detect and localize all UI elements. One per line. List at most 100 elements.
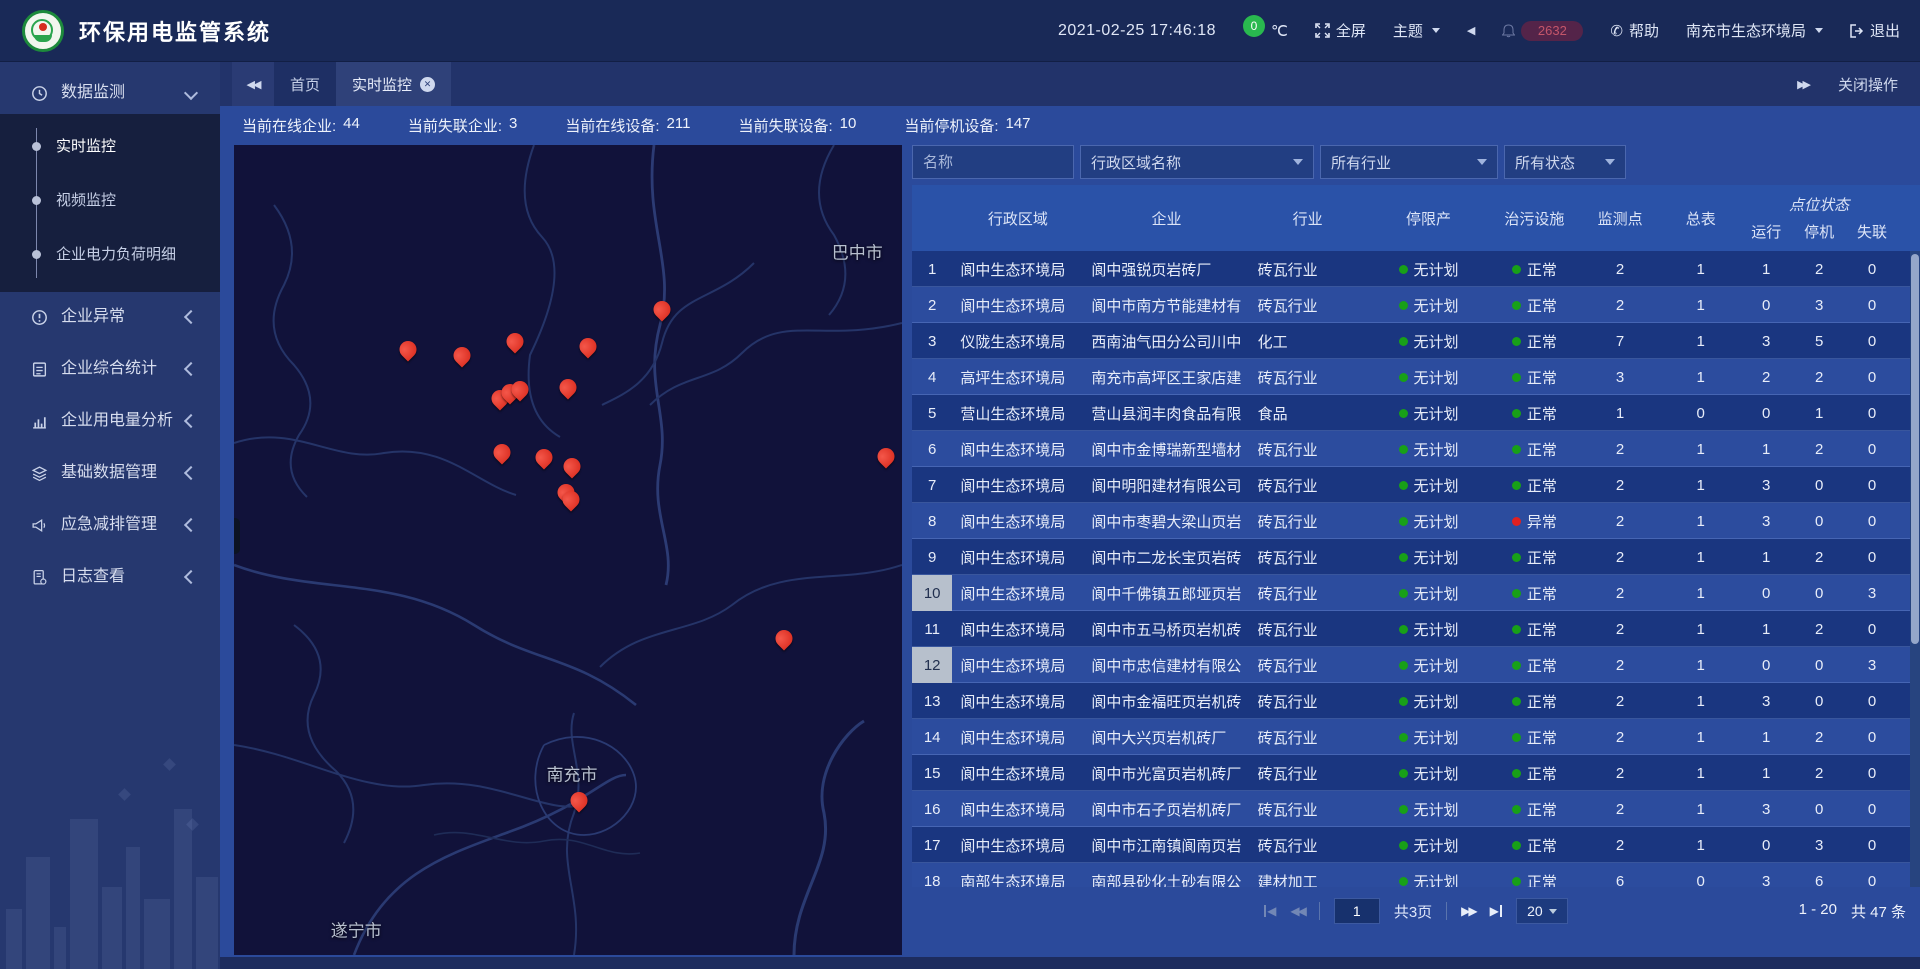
cell-company: 南部县砂化土砂有限公 (1083, 863, 1249, 887)
table-row[interactable]: 6 阆中生态环境局 阆中市金博瑞新型墙材 砖瓦行业 无计划 正常 (912, 431, 1920, 467)
status-dot-icon (1512, 301, 1521, 310)
datetime-label: 2021-02-25 17:46:18 (1058, 22, 1216, 40)
table-row[interactable]: 16 阆中生态环境局 阆中市石子页岩机砖厂 砖瓦行业 无计划 正常 (912, 791, 1920, 827)
alarm-counter[interactable]: 2632 (1502, 21, 1583, 41)
theme-dropdown[interactable]: 主题 (1393, 20, 1440, 41)
table-row[interactable]: 7 阆中生态环境局 阆中明阳建材有限公司 砖瓦行业 无计划 正常 (912, 467, 1920, 503)
cell-district: 仪陇生态环境局 (952, 323, 1083, 359)
cell-stop-status: 无计划 (1366, 647, 1492, 683)
cell-lost-count: 0 (1844, 863, 1899, 887)
sidebar-item-data-monitor[interactable]: 数据监测 (0, 72, 220, 114)
cell-district: 阆中生态环境局 (952, 539, 1083, 575)
cell-company: 阆中明阳建材有限公司 (1083, 467, 1249, 503)
cell-company: 营山县润丰肉食品有限 (1083, 395, 1249, 431)
table-scrollbar[interactable] (1910, 251, 1920, 887)
cell-row-number: 9 (912, 539, 952, 575)
cell-monitor-count: 2 (1577, 287, 1663, 323)
table-row[interactable]: 12 阆中生态环境局 阆中市忠信建材有限公 砖瓦行业 无计划 正常 (912, 647, 1920, 683)
table-row[interactable]: 18 南部生态环境局 南部县砂化土砂有限公 建材加工 无计划 正常 (912, 863, 1920, 887)
table-row[interactable]: 14 阆中生态环境局 阆中大兴页岩机砖厂 砖瓦行业 无计划 正常 (912, 719, 1920, 755)
cell-meter-count: 0 (1663, 863, 1739, 887)
help-button[interactable]: ✆ 帮助 (1610, 20, 1659, 41)
cell-stop-status: 无计划 (1366, 251, 1492, 287)
sidebar-item-enterprise-abnormal[interactable]: 企业异常 (0, 292, 220, 342)
cell-district: 南部生态环境局 (952, 863, 1083, 887)
sidebar-submenu: 实时监控 视频监控 企业电力负荷明细 (0, 114, 220, 292)
cell-company: 南充市高坪区王家店建 (1083, 359, 1249, 395)
table-row[interactable]: 11 阆中生态环境局 阆中市五马桥页岩机砖 砖瓦行业 无计划 正常 (912, 611, 1920, 647)
first-page-button[interactable]: ◀ (1264, 904, 1276, 918)
last-page-button[interactable]: ▶ (1490, 904, 1502, 918)
industry-select[interactable]: 所有行业 (1320, 145, 1498, 179)
table-row[interactable]: 9 阆中生态环境局 阆中市二龙长宝页岩砖 砖瓦行业 无计划 正常 (912, 539, 1920, 575)
table-body: 1 阆中生态环境局 阆中强锐页岩砖厂 砖瓦行业 无计划 正常 (912, 251, 1920, 887)
table-row[interactable]: 17 阆中生态环境局 阆中市江南镇阆南页岩 砖瓦行业 无计划 正常 (912, 827, 1920, 863)
page-size-select[interactable]: 20 (1516, 898, 1568, 924)
sidebar-item-power-analysis[interactable]: 企业用电量分析 (0, 396, 220, 446)
map-panel[interactable]: 巴中市 南充市 遂宁市 (234, 145, 902, 955)
cell-row-number: 4 (912, 359, 952, 395)
sidebar-item-basic-data[interactable]: 基础数据管理 (0, 448, 220, 498)
page-number-input[interactable] (1334, 898, 1380, 924)
cell-district: 阆中生态环境局 (952, 287, 1083, 323)
close-operations-button[interactable]: 关闭操作 (1838, 74, 1898, 95)
scrollbar-thumb[interactable] (1911, 254, 1919, 644)
table-row[interactable]: 3 仪陇生态环境局 西南油气田分公司川中 化工 无计划 正常 (912, 323, 1920, 359)
cell-monitor-count: 1 (1577, 395, 1663, 431)
cell-halt-count: 0 (1794, 575, 1844, 611)
cell-row-number: 14 (912, 719, 952, 755)
region-select[interactable]: 行政区域名称 (1080, 145, 1314, 179)
table-row[interactable]: 15 阆中生态环境局 阆中市光富页岩机砖厂 砖瓦行业 无计划 正常 (912, 755, 1920, 791)
collapse-map-handle[interactable]: ◀ (234, 518, 240, 554)
table-row[interactable]: 1 阆中生态环境局 阆中强锐页岩砖厂 砖瓦行业 无计划 正常 (912, 251, 1920, 287)
table-row[interactable]: 5 营山生态环境局 营山县润丰肉食品有限 食品 无计划 正常 (912, 395, 1920, 431)
table-row[interactable]: 13 阆中生态环境局 阆中市金福旺页岩机砖 砖瓦行业 无计划 正常 (912, 683, 1920, 719)
cell-stop-status: 无计划 (1366, 359, 1492, 395)
tab-home[interactable]: 首页 (274, 62, 336, 106)
sidebar-item-log-view[interactable]: 日志查看 (0, 552, 220, 602)
cell-row-number: 1 (912, 251, 952, 287)
sidebar-item-power-load-detail[interactable]: 企业电力负荷明细 (0, 228, 220, 282)
scroll-tabs-left-button[interactable]: ◀◀ (232, 62, 274, 106)
table-row[interactable]: 10 阆中生态环境局 阆中千佛镇五郎垭页岩 砖瓦行业 无计划 正常 (912, 575, 1920, 611)
cell-stop-status: 无计划 (1366, 431, 1492, 467)
close-tab-icon[interactable]: ✕ (420, 77, 435, 92)
cell-lost-count: 3 (1844, 647, 1899, 683)
cell-facility-status: 异常 (1492, 503, 1578, 539)
temperature-value: 0 (1243, 15, 1265, 37)
cell-district: 营山生态环境局 (952, 395, 1083, 431)
stats-bar: 当前在线企业: 44 当前失联企业: 3 当前在线设备: 211 当前失联设备:… (220, 106, 1920, 145)
tab-realtime-monitor[interactable]: 实时监控 ✕ (336, 62, 451, 106)
cell-district: 阆中生态环境局 (952, 251, 1083, 287)
table-row[interactable]: 4 高坪生态环境局 南充市高坪区王家店建 砖瓦行业 无计划 正常 (912, 359, 1920, 395)
sidebar-item-realtime-monitor[interactable]: 实时监控 (0, 120, 220, 174)
sound-mute-icon[interactable]: ◀ (1467, 24, 1475, 37)
cell-industry: 砖瓦行业 (1250, 611, 1366, 647)
fullscreen-button[interactable]: 全屏 (1315, 20, 1366, 41)
table-row[interactable]: 2 阆中生态环境局 阆中市南方节能建材有 砖瓦行业 无计划 正常 (912, 287, 1920, 323)
cell-facility-status: 正常 (1492, 827, 1578, 863)
chevron-down-icon (1477, 159, 1487, 165)
name-search-input[interactable] (912, 145, 1074, 179)
status-dot-icon (1399, 481, 1408, 490)
cell-district: 阆中生态环境局 (952, 719, 1083, 755)
sidebar-item-video-monitor[interactable]: 视频监控 (0, 174, 220, 228)
cell-company: 阆中千佛镇五郎垭页岩 (1083, 575, 1249, 611)
cell-industry: 砖瓦行业 (1250, 647, 1366, 683)
org-dropdown[interactable]: 南充市生态环境局 (1686, 20, 1823, 41)
next-page-button[interactable]: ▶▶ (1461, 904, 1475, 918)
cell-facility-status: 正常 (1492, 359, 1578, 395)
logout-button[interactable]: 退出 (1850, 20, 1900, 41)
cell-industry: 砖瓦行业 (1250, 539, 1366, 575)
sidebar-item-emergency-reduction[interactable]: 应急减排管理 (0, 500, 220, 550)
status-dot-icon (1512, 517, 1521, 526)
status-select[interactable]: 所有状态 (1504, 145, 1626, 179)
col-stop: 停限产 (1366, 185, 1492, 251)
scroll-tabs-right-button[interactable]: ▶▶ (1797, 78, 1808, 91)
prev-page-button[interactable]: ◀◀ (1290, 904, 1304, 918)
sidebar-item-enterprise-statistics[interactable]: 企业综合统计 (0, 344, 220, 394)
status-dot-icon (1399, 625, 1408, 634)
table-row[interactable]: 8 阆中生态环境局 阆中市枣碧大梁山页岩 砖瓦行业 无计划 异常 (912, 503, 1920, 539)
status-dot-icon (1399, 769, 1408, 778)
bar-chart-icon (30, 412, 48, 430)
